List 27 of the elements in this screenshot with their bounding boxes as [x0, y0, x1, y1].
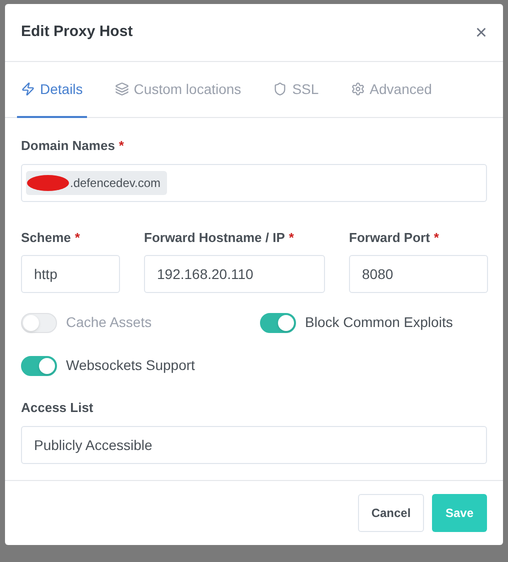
layers-icon — [114, 82, 129, 96]
required-mark: * — [288, 228, 294, 246]
text-field[interactable]: 192.168.20.110 — [144, 255, 325, 293]
field-label: Scheme — [21, 228, 71, 246]
text-field[interactable]: http — [21, 255, 120, 293]
toggle-label: Websockets Support — [66, 356, 195, 375]
bolt-icon — [21, 82, 35, 96]
required-mark: * — [434, 228, 439, 246]
text-field[interactable]: 8080 — [349, 255, 488, 293]
field-label: Domain Names — [21, 137, 115, 155]
shield-icon — [273, 82, 288, 96]
cancel-button[interactable]: Cancel — [358, 494, 424, 532]
required-mark: * — [74, 228, 80, 246]
settings-icon — [350, 82, 365, 96]
field-label: Forward Port — [349, 228, 430, 246]
domain-names-field[interactable]: .defencedev.com — [21, 164, 487, 202]
toggle-switch[interactable] — [260, 312, 296, 332]
toggle-switch[interactable] — [21, 356, 57, 376]
close-button[interactable]: × — [475, 22, 487, 42]
required-mark: * — [118, 137, 124, 155]
toggle-label: Block Common Exploits — [305, 313, 453, 332]
toggle-label: Cache Assets — [66, 313, 152, 332]
field-label: Access List — [21, 399, 94, 417]
field-label: Forward Hostname / IP — [144, 228, 285, 246]
access-list-field[interactable]: Publicly Accessible — [21, 426, 487, 464]
tab[interactable]: Details — [17, 62, 87, 118]
dialog-title: Edit Proxy Host — [21, 22, 133, 42]
